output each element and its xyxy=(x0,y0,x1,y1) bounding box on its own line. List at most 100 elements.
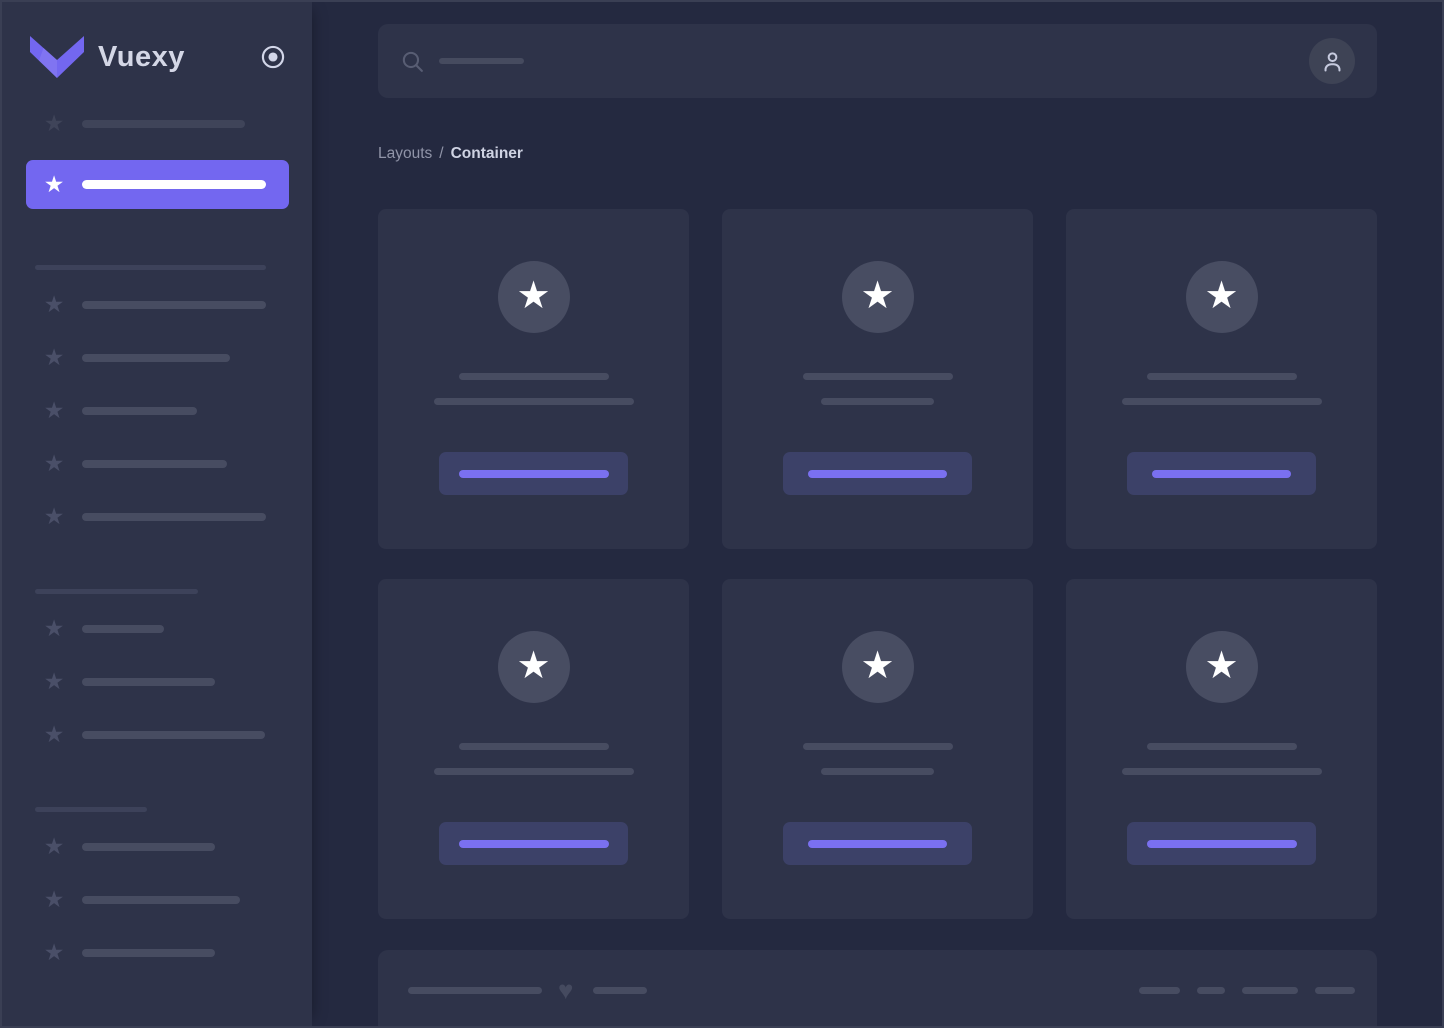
sidebar-section: ★ ★ ★ ★ ★ xyxy=(2,265,312,533)
card-action-button[interactable] xyxy=(1127,452,1316,495)
star-icon: ★ xyxy=(43,503,65,529)
sidebar-item-active[interactable]: ★ xyxy=(26,160,289,209)
skeleton-text-line xyxy=(82,624,164,633)
card-action-button[interactable] xyxy=(783,452,972,495)
vuexy-logo-icon xyxy=(30,36,84,78)
search-placeholder-line xyxy=(439,58,524,64)
sidebar-item-skeleton[interactable]: ★ xyxy=(2,612,312,645)
footer-link-line[interactable] xyxy=(1242,986,1298,994)
skeleton-text-line xyxy=(82,730,265,739)
card-title-line xyxy=(458,743,609,750)
active-item-label-line xyxy=(82,180,266,189)
content-card: ★ xyxy=(722,579,1033,919)
skeleton-text-line xyxy=(82,677,215,686)
footer-link-line[interactable] xyxy=(1197,986,1225,994)
star-icon: ★ xyxy=(860,274,895,317)
card-avatar-circle: ★ xyxy=(1185,631,1258,703)
app-window: Vuexy ★ ★ ★ ★ ★ ★ ★ ★ ★ ★ ★ ★ ★ Layouts … xyxy=(0,0,1444,1028)
button-label-line xyxy=(458,839,609,848)
card-action-button[interactable] xyxy=(1127,822,1316,865)
star-icon: ★ xyxy=(43,397,65,423)
button-label-line xyxy=(1152,469,1291,478)
breadcrumb-separator: / xyxy=(439,145,444,162)
button-label-line xyxy=(808,839,947,848)
search-bar[interactable] xyxy=(378,24,1377,98)
sidebar-section-items: ★ ★ ★ ★ ★ xyxy=(2,288,312,533)
star-icon: ★ xyxy=(1204,274,1239,317)
skeleton-text-line xyxy=(82,119,245,128)
breadcrumb-parent[interactable]: Layouts xyxy=(378,145,432,162)
skeleton-text-line xyxy=(82,512,266,521)
button-label-line xyxy=(458,469,609,478)
footer-bar: ♥ xyxy=(378,950,1377,1026)
star-icon: ★ xyxy=(43,450,65,476)
sidebar-item-skeleton[interactable]: ★ xyxy=(2,447,312,480)
sidebar-section: ★ ★ ★ xyxy=(2,807,312,969)
footer-text-line xyxy=(408,986,542,994)
user-avatar[interactable] xyxy=(1309,38,1355,84)
button-label-line xyxy=(808,469,947,478)
card-avatar-circle: ★ xyxy=(841,261,914,333)
footer-text-line xyxy=(593,986,648,994)
footer-link-line[interactable] xyxy=(1315,986,1355,994)
star-icon: ★ xyxy=(516,274,551,317)
card-title-line xyxy=(1146,743,1297,750)
card-avatar-circle: ★ xyxy=(841,631,914,703)
card-subtitle-line xyxy=(1121,398,1322,405)
sidebar-item-skeleton[interactable]: ★ xyxy=(2,883,312,916)
content-card: ★ xyxy=(722,209,1033,549)
sidebar-nav: ★ ★ ★ ★ ★ ★ ★ ★ ★ ★ ★ ★ ★ xyxy=(2,107,312,989)
content-card: ★ xyxy=(378,209,689,549)
sidebar-item-skeleton[interactable]: ★ xyxy=(2,341,312,374)
sidebar-item-skeleton[interactable]: ★ xyxy=(2,500,312,533)
card-action-button[interactable] xyxy=(783,822,972,865)
star-icon: ★ xyxy=(43,668,65,694)
card-avatar-circle: ★ xyxy=(497,631,570,703)
sidebar-section-items: ★ ★ ★ xyxy=(2,830,312,969)
card-title-line xyxy=(802,743,953,750)
card-subtitle-line xyxy=(821,398,934,405)
star-icon: ★ xyxy=(43,886,65,912)
user-icon xyxy=(1324,51,1340,72)
sidebar-item-skeleton[interactable]: ★ xyxy=(2,830,312,863)
star-icon: ★ xyxy=(1204,644,1239,687)
sidebar-item-skeleton[interactable]: ★ xyxy=(2,288,312,321)
card-avatar-circle: ★ xyxy=(1185,261,1258,333)
content-card: ★ xyxy=(378,579,689,919)
sidebar-header: Vuexy xyxy=(30,34,286,80)
card-action-button[interactable] xyxy=(439,822,628,865)
section-divider-line xyxy=(35,807,147,812)
cards-grid: ★ ★ ★ ★ ★ ★ xyxy=(378,209,1377,919)
star-icon: ★ xyxy=(43,344,65,370)
skeleton-text-line xyxy=(82,842,215,851)
star-icon: ★ xyxy=(43,939,65,965)
card-subtitle-line xyxy=(1121,768,1322,775)
star-icon: ★ xyxy=(43,110,65,136)
sidebar-pin-toggle-icon[interactable] xyxy=(260,44,286,70)
star-icon: ★ xyxy=(43,833,65,859)
breadcrumb-current: Container xyxy=(450,145,523,162)
star-icon: ★ xyxy=(860,644,895,687)
sidebar-item-skeleton[interactable]: ★ xyxy=(2,394,312,427)
section-divider-line xyxy=(35,589,198,594)
search-icon xyxy=(400,49,425,74)
card-title-line xyxy=(458,373,609,380)
logo-text: Vuexy xyxy=(98,40,185,73)
sidebar-section-items: ★ ★ ★ xyxy=(2,612,312,751)
skeleton-text-line xyxy=(82,895,240,904)
footer-links xyxy=(1139,986,1355,994)
breadcrumb: Layouts / Container xyxy=(378,145,523,163)
sidebar-item-skeleton[interactable]: ★ xyxy=(2,107,312,140)
footer-left: ♥ xyxy=(408,977,648,1003)
sidebar: Vuexy ★ ★ ★ ★ ★ ★ ★ ★ ★ ★ ★ ★ ★ xyxy=(2,2,312,1026)
content-card: ★ xyxy=(1066,579,1377,919)
star-icon: ★ xyxy=(43,721,65,747)
footer-link-line[interactable] xyxy=(1139,986,1180,994)
main-content: Layouts / Container ★ ★ ★ ★ ★ ★ ♥ xyxy=(312,2,1442,1026)
sidebar-item-skeleton[interactable]: ★ xyxy=(2,665,312,698)
card-action-button[interactable] xyxy=(439,452,628,495)
star-icon: ★ xyxy=(43,615,65,641)
sidebar-item-skeleton[interactable]: ★ xyxy=(2,936,312,969)
sidebar-item-skeleton[interactable]: ★ xyxy=(2,718,312,751)
skeleton-text-line xyxy=(82,459,227,468)
